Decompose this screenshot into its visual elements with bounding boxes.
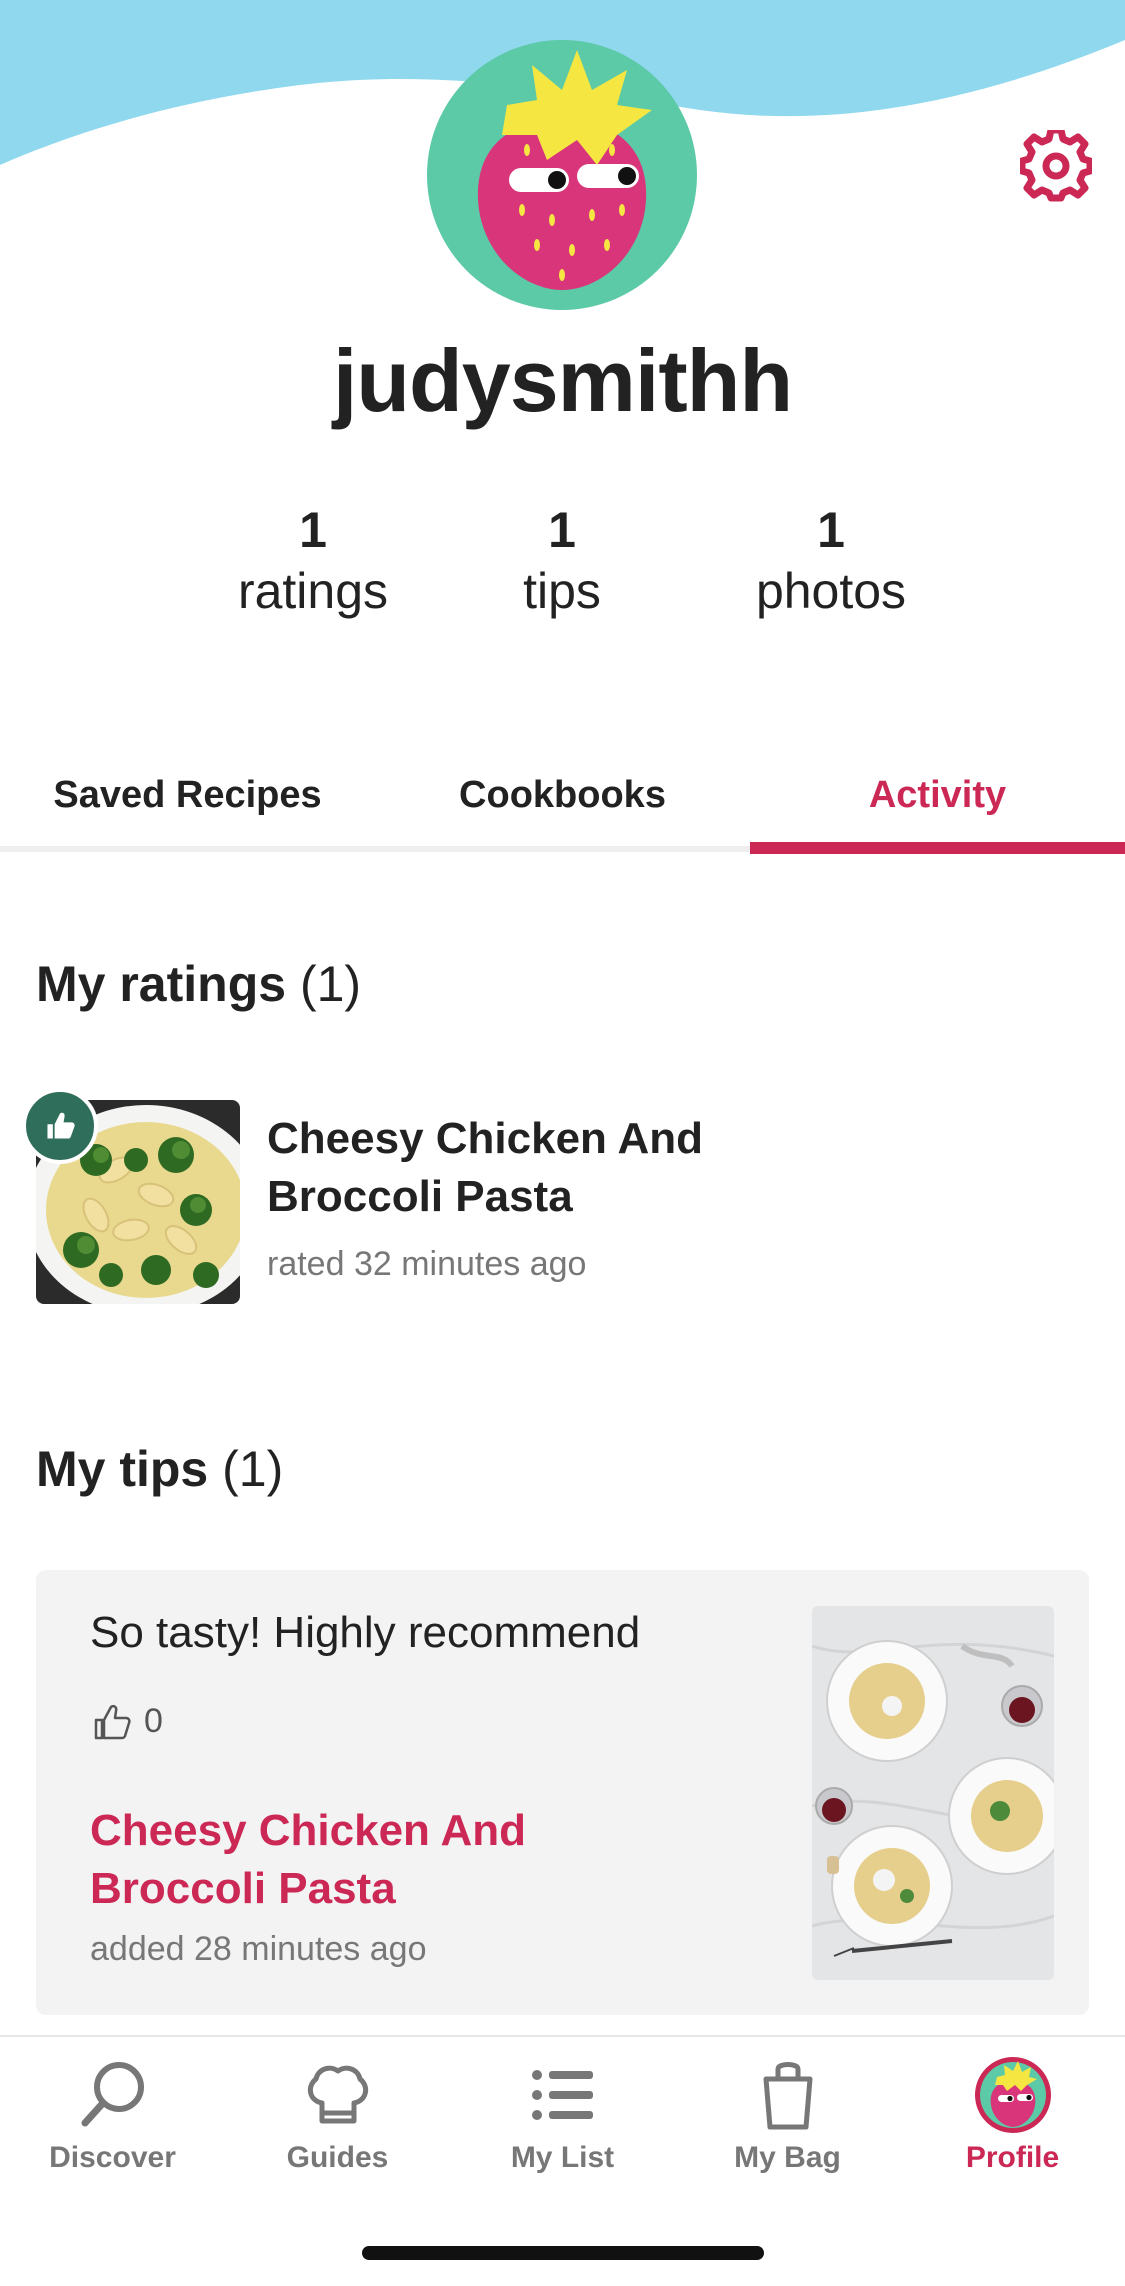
- tab-saved-recipes[interactable]: Saved Recipes: [0, 740, 375, 840]
- home-indicator: [362, 2246, 764, 2260]
- stat-ratings[interactable]: 1 ratings: [183, 500, 443, 622]
- rating-timestamp: rated 32 minutes ago: [267, 1245, 587, 1283]
- nav-my-bag-label: My Bag: [734, 2141, 841, 2174]
- stat-ratings-value: 1: [299, 502, 327, 558]
- ratings-title: My ratings: [36, 956, 287, 1012]
- thumbs-up-outline-icon[interactable]: [90, 1700, 134, 1744]
- nav-my-list-label: My List: [510, 2141, 615, 2174]
- tip-recipe-link[interactable]: Cheesy Chicken And Broccoli Pasta: [90, 1802, 650, 1918]
- thumbs-up-icon: [22, 1088, 98, 1164]
- nav-my-list[interactable]: My List: [450, 2055, 675, 2175]
- nav-discover[interactable]: Discover: [0, 2055, 225, 2175]
- chef-hat-icon: [307, 2065, 368, 2124]
- profile-avatar[interactable]: [427, 40, 697, 310]
- tab-cookbooks[interactable]: Cookbooks: [375, 740, 750, 840]
- nav-my-bag[interactable]: My Bag: [675, 2055, 900, 2175]
- strawberry-avatar-icon: [974, 2057, 1051, 2133]
- nav-guides-label: Guides: [286, 2141, 389, 2174]
- ratings-count: (1): [299, 956, 362, 1012]
- nav-profile-label: Profile: [965, 2141, 1060, 2174]
- stat-photos-label: photos: [755, 563, 907, 619]
- settings-gear-icon[interactable]: [1020, 130, 1092, 202]
- nav-guides[interactable]: Guides: [225, 2055, 450, 2175]
- tab-active-indicator: [750, 842, 1125, 854]
- tips-section-title: My tips (1): [36, 1440, 283, 1498]
- tips-count: (1): [222, 1441, 284, 1497]
- ratings-section-title: My ratings (1): [36, 955, 361, 1013]
- stat-photos-value: 1: [817, 502, 845, 558]
- list-icon: [531, 2070, 593, 2120]
- search-icon: [81, 2062, 144, 2127]
- username: judysmithh: [332, 331, 793, 430]
- tip-timestamp: added 28 minutes ago: [90, 1930, 427, 1968]
- nav-discover-label: Discover: [49, 2141, 176, 2174]
- bag-icon: [763, 2062, 812, 2130]
- tab-activity[interactable]: Activity: [750, 740, 1125, 840]
- stat-photos[interactable]: 1 photos: [701, 500, 961, 622]
- tip-like-count: 0: [144, 1702, 163, 1740]
- tip-photo[interactable]: [812, 1606, 1054, 1980]
- stat-tips-label: tips: [523, 563, 601, 619]
- tip-text: So tasty! Highly recommend: [90, 1608, 641, 1657]
- stat-tips-value: 1: [548, 502, 576, 558]
- stat-tips[interactable]: 1 tips: [432, 500, 692, 622]
- profile-tabs: Saved Recipes Cookbooks Activity: [0, 740, 1125, 850]
- rating-recipe-title[interactable]: Cheesy Chicken And Broccoli Pasta: [267, 1110, 827, 1226]
- nav-profile[interactable]: Profile: [900, 2055, 1125, 2175]
- tips-title: My tips: [36, 1441, 209, 1497]
- stat-ratings-label: ratings: [237, 563, 389, 619]
